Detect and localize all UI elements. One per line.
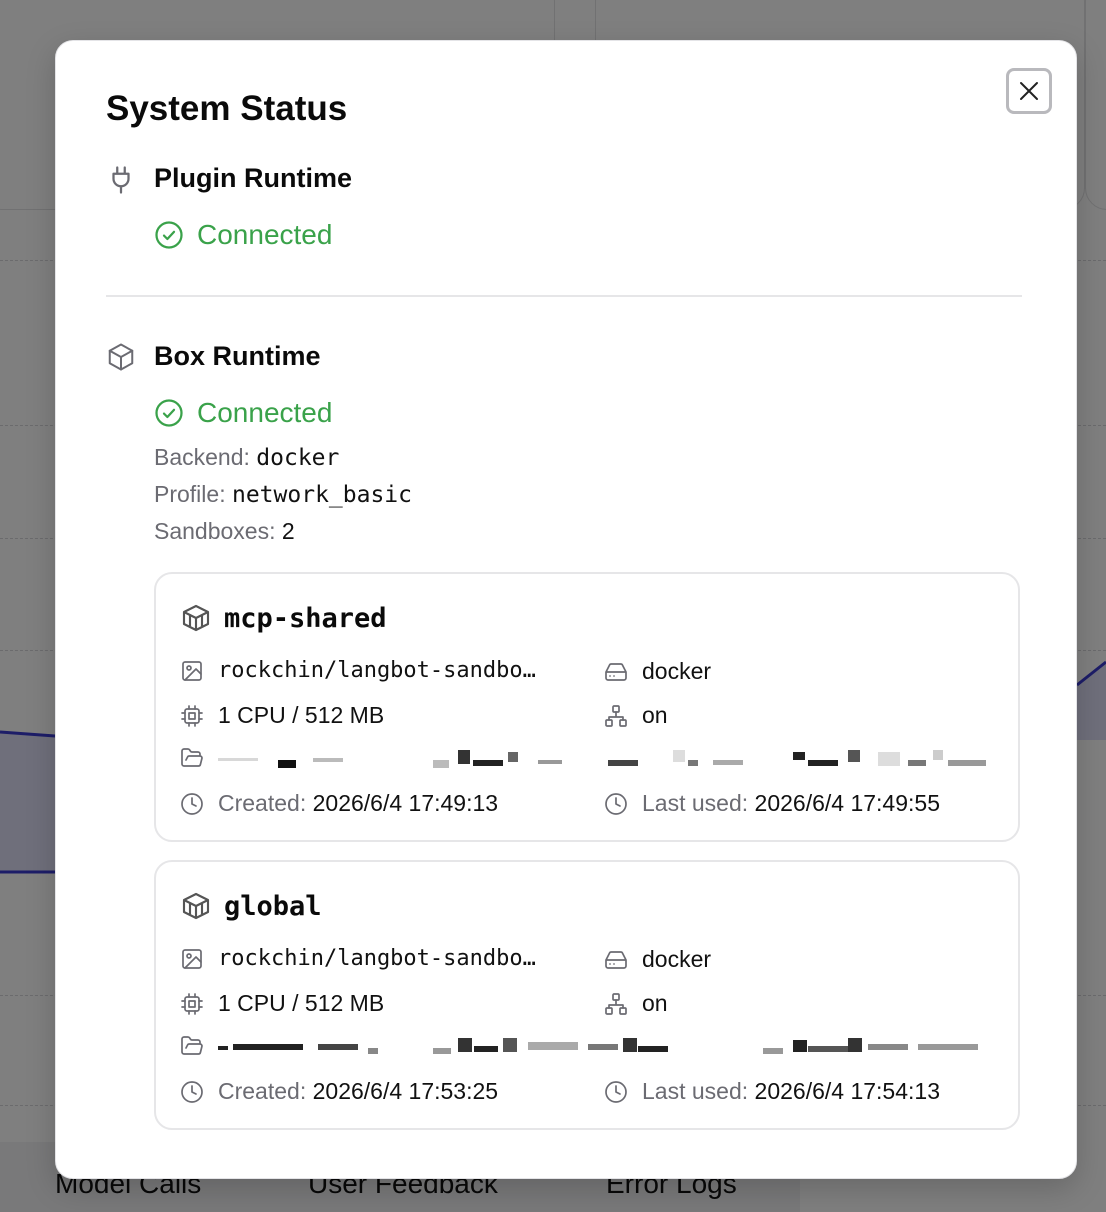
- status-label: Connected: [197, 397, 333, 428]
- image-name: rockchin/langbot-sandbo…: [218, 658, 536, 683]
- sandbox-card: mcp-shared rockchin/langbot-sandbo… dock…: [154, 572, 1020, 842]
- sandbox-path: [180, 1034, 988, 1058]
- last-used-value: 2026/6/4 17:49:55: [754, 790, 940, 816]
- close-button[interactable]: [1006, 68, 1052, 114]
- clock-icon: [181, 792, 203, 815]
- check-circle-icon: [155, 399, 183, 427]
- sandbox-network: on: [604, 990, 668, 1017]
- hard-drive-icon: [605, 662, 627, 681]
- plugin-runtime-title: Plugin Runtime: [154, 163, 352, 193]
- redacted-path: [218, 1038, 978, 1054]
- sandbox-last-used: Last used: 2026/6/4 17:49:55: [604, 790, 940, 817]
- network-value: on: [642, 702, 668, 728]
- sandbox-name: mcp-shared: [224, 602, 387, 634]
- container-icon: [182, 604, 210, 632]
- network-icon: [605, 704, 627, 727]
- backend-value: docker: [256, 445, 340, 471]
- created-label: Created:: [218, 1078, 307, 1104]
- cpu-icon: [181, 704, 203, 727]
- status-label: Connected: [197, 219, 333, 250]
- last-used-value: 2026/6/4 17:54:13: [754, 1078, 940, 1104]
- redacted-path: [218, 750, 986, 768]
- backend-row: Backend: docker: [154, 444, 339, 471]
- sandboxes-label: Sandboxes:: [154, 518, 276, 544]
- sandbox-network: on: [604, 702, 668, 729]
- plug-icon: [112, 166, 130, 194]
- resources-value: 1 CPU / 512 MB: [218, 990, 385, 1016]
- network-value: on: [642, 990, 668, 1016]
- sandbox-backend: docker: [604, 946, 711, 973]
- hard-drive-icon: [605, 950, 627, 969]
- folder-open-icon: [181, 748, 203, 767]
- sandboxes-count: 2: [281, 518, 295, 544]
- profile-label: Profile:: [154, 481, 226, 507]
- system-status-dialog: System Status Plugin Runtime Connected B…: [55, 40, 1077, 1179]
- section-divider: [106, 295, 1022, 297]
- plugin-runtime-status: Connected: [154, 219, 332, 251]
- check-circle-icon: [155, 221, 183, 249]
- clock-icon: [181, 1080, 203, 1103]
- resources-value: 1 CPU / 512 MB: [218, 702, 385, 728]
- sandbox-resources: 1 CPU / 512 MB: [180, 990, 384, 1017]
- cpu-icon: [181, 992, 203, 1015]
- sandbox-created: Created: 2026/6/4 17:49:13: [180, 790, 498, 817]
- sandbox-card: global rockchin/langbot-sandbo… docker 1…: [154, 860, 1020, 1130]
- container-icon: [182, 892, 210, 920]
- backend-name: docker: [642, 946, 712, 972]
- sandbox-last-used: Last used: 2026/6/4 17:54:13: [604, 1078, 940, 1105]
- sandbox-resources: 1 CPU / 512 MB: [180, 702, 384, 729]
- sandbox-created: Created: 2026/6/4 17:53:25: [180, 1078, 498, 1105]
- image-icon: [182, 948, 202, 969]
- sandboxes-row: Sandboxes: 2: [154, 518, 295, 545]
- sandbox-header: global: [180, 890, 322, 922]
- image-name: rockchin/langbot-sandbo…: [218, 946, 536, 971]
- dialog-title: System Status: [106, 89, 348, 128]
- last-used-label: Last used:: [642, 1078, 749, 1104]
- profile-row: Profile: network_basic: [154, 481, 412, 508]
- image-icon: [182, 660, 202, 681]
- backend-name: docker: [642, 658, 712, 684]
- box-icon: [108, 343, 134, 371]
- created-value: 2026/6/4 17:49:13: [312, 790, 499, 816]
- sandbox-path: [180, 746, 988, 770]
- profile-value: network_basic: [231, 482, 412, 508]
- box-runtime-title: Box Runtime: [154, 341, 321, 371]
- folder-open-icon: [181, 1036, 203, 1055]
- backend-label: Backend:: [154, 444, 250, 470]
- sandbox-image: rockchin/langbot-sandbo…: [180, 946, 536, 971]
- network-icon: [605, 992, 627, 1015]
- last-used-label: Last used:: [642, 790, 749, 816]
- sandbox-backend: docker: [604, 658, 711, 685]
- created-value: 2026/6/4 17:53:25: [312, 1078, 499, 1104]
- sandbox-name: global: [224, 890, 322, 922]
- clock-icon: [605, 792, 627, 815]
- created-label: Created:: [218, 790, 307, 816]
- box-runtime-status: Connected: [154, 397, 332, 429]
- clock-icon: [605, 1080, 627, 1103]
- close-icon: [1020, 82, 1038, 100]
- sandbox-header: mcp-shared: [180, 602, 387, 634]
- sandbox-image: rockchin/langbot-sandbo…: [180, 658, 536, 683]
